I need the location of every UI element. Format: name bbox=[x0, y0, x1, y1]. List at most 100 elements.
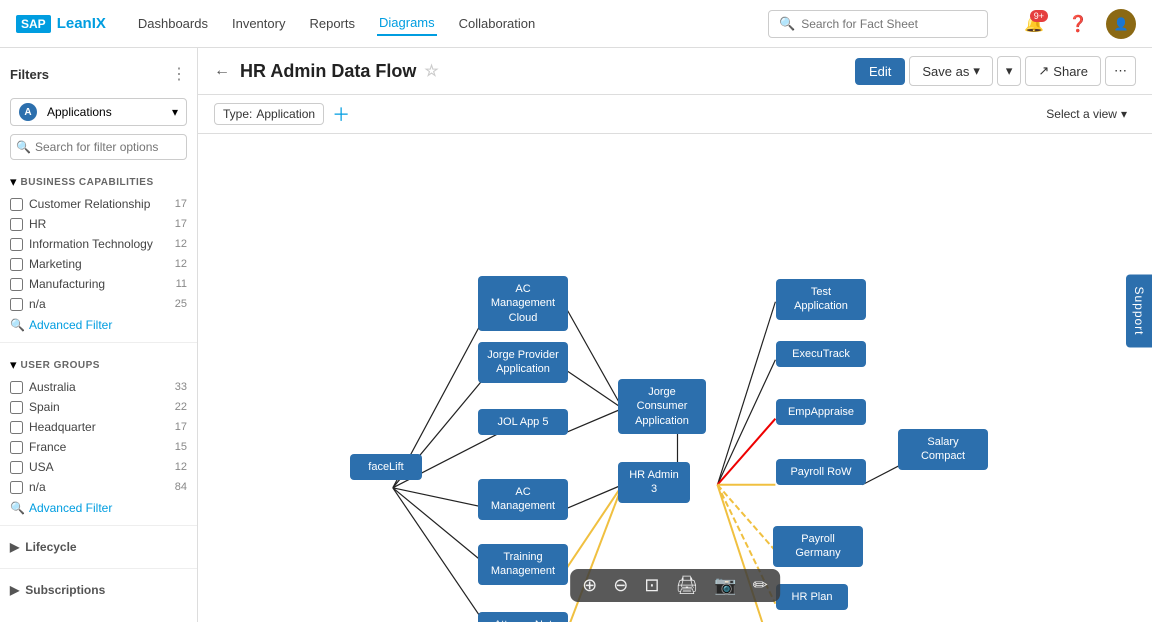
filter-search-icon: 🔍 bbox=[16, 140, 31, 154]
save-as-button[interactable]: Save as ▾ bbox=[909, 56, 993, 86]
filter-search-input[interactable] bbox=[10, 134, 187, 160]
user-avatar[interactable]: 👤 bbox=[1106, 9, 1136, 39]
search-box[interactable]: 🔍 bbox=[768, 10, 988, 38]
sidebar: Filters ⋮ A Applications ▾ 🔍 ▾ Business … bbox=[0, 48, 198, 622]
zoom-out-button[interactable]: ⊖ bbox=[613, 575, 628, 596]
filter-australia-checkbox[interactable] bbox=[10, 381, 23, 394]
print-button[interactable]: 🖨 bbox=[675, 575, 698, 596]
filter-headquarter: Headquarter 17 bbox=[0, 417, 197, 437]
advanced-filter-bc[interactable]: 🔍 Advanced Filter bbox=[0, 314, 197, 336]
filter-na-ug-checkbox[interactable] bbox=[10, 481, 23, 494]
subscriptions-section[interactable]: ▶ Subscriptions bbox=[0, 575, 197, 605]
logo[interactable]: SAP LeanIX bbox=[16, 15, 106, 33]
nav-icons: 🔔 9+ ❓ 👤 bbox=[1018, 8, 1136, 40]
sidebar-header: Filters ⋮ bbox=[0, 58, 197, 90]
filter-marketing-count: 12 bbox=[175, 258, 187, 270]
filter-australia: Australia 33 bbox=[0, 377, 197, 397]
node-facelift[interactable]: faceLift bbox=[350, 454, 422, 480]
filter-headquarter-label: Headquarter bbox=[29, 420, 169, 434]
node-ac-mgmt-cloud[interactable]: AC Management Cloud bbox=[478, 276, 568, 331]
share-label: Share bbox=[1053, 64, 1088, 79]
filter-spain-checkbox[interactable] bbox=[10, 401, 23, 414]
lifecycle-section[interactable]: ▶ Lifecycle bbox=[0, 532, 197, 562]
filter-hr-checkbox[interactable] bbox=[10, 218, 23, 231]
node-jorge-consumer[interactable]: Jorge Consumer Application bbox=[618, 379, 706, 434]
filter-na-bc-count: 25 bbox=[175, 298, 187, 310]
subscriptions-label: Subscriptions bbox=[25, 583, 105, 597]
support-tab[interactable]: Support bbox=[1126, 274, 1152, 347]
filter-marketing: Marketing 12 bbox=[0, 254, 197, 274]
node-executrackk[interactable]: ExecuTrack bbox=[776, 341, 866, 367]
node-ac-mgmt[interactable]: AC Management bbox=[478, 479, 568, 520]
filter-australia-label: Australia bbox=[29, 380, 169, 394]
nav-dashboards[interactable]: Dashboards bbox=[136, 12, 210, 35]
share-button[interactable]: ↗ Share bbox=[1025, 56, 1101, 86]
node-training-mgmt[interactable]: Training Management bbox=[478, 544, 568, 585]
filters-menu-icon[interactable]: ⋮ bbox=[171, 64, 187, 84]
edit-tool-button[interactable]: ✏ bbox=[753, 575, 768, 596]
node-hr-admin3[interactable]: HR Admin 3 bbox=[618, 462, 690, 503]
nav-inventory[interactable]: Inventory bbox=[230, 12, 287, 35]
user-groups-chevron[interactable]: ▾ bbox=[10, 357, 17, 373]
zoom-in-button[interactable]: ⊕ bbox=[582, 575, 597, 596]
advanced-filter-ug-icon: 🔍 bbox=[10, 501, 25, 515]
user-groups-title: User Groups bbox=[21, 360, 100, 371]
business-cap-chevron[interactable]: ▾ bbox=[10, 174, 17, 190]
filter-usa-checkbox[interactable] bbox=[10, 461, 23, 474]
advanced-filter-ug-label: Advanced Filter bbox=[29, 501, 112, 515]
nav-reports[interactable]: Reports bbox=[307, 12, 357, 35]
help-button[interactable]: ❓ bbox=[1062, 8, 1094, 40]
filter-usa-label: USA bbox=[29, 460, 169, 474]
node-salary-compact[interactable]: Salary Compact bbox=[898, 429, 988, 470]
filter-marketing-checkbox[interactable] bbox=[10, 258, 23, 271]
content-area: ← HR Admin Data Flow ☆ Edit Save as ▾ ▾ … bbox=[198, 48, 1152, 622]
screenshot-button[interactable]: 📷 bbox=[714, 575, 736, 596]
advanced-filter-bc-label: Advanced Filter bbox=[29, 318, 112, 332]
filter-na-ug-count: 84 bbox=[175, 481, 187, 493]
diagram-connections bbox=[198, 134, 1152, 622]
node-payroll-germany[interactable]: Payroll Germany bbox=[773, 526, 863, 567]
advanced-filter-ug[interactable]: 🔍 Advanced Filter bbox=[0, 497, 197, 519]
filters-title: Filters bbox=[10, 67, 49, 82]
notifications-button[interactable]: 🔔 9+ bbox=[1018, 8, 1050, 40]
edit-button[interactable]: Edit bbox=[855, 58, 905, 85]
filter-manufacturing-checkbox[interactable] bbox=[10, 278, 23, 291]
diagram-canvas[interactable]: faceLift AC Management Cloud Jorge Provi… bbox=[198, 134, 1152, 622]
back-button[interactable]: ← bbox=[214, 62, 230, 80]
nav-collaboration[interactable]: Collaboration bbox=[457, 12, 538, 35]
filter-bar: Type: Application ＋ Select a view ▾ bbox=[198, 95, 1152, 134]
filter-customer-relationship-checkbox[interactable] bbox=[10, 198, 23, 211]
advanced-filter-bc-icon: 🔍 bbox=[10, 318, 25, 332]
nav-diagrams[interactable]: Diagrams bbox=[377, 11, 437, 36]
node-jorge-provider[interactable]: Jorge Provider Application bbox=[478, 342, 568, 383]
node-jol-app5[interactable]: JOL App 5 bbox=[478, 409, 568, 435]
filter-france-checkbox[interactable] bbox=[10, 441, 23, 454]
filter-information-technology-checkbox[interactable] bbox=[10, 238, 23, 251]
save-as-dropdown-button[interactable]: ▾ bbox=[997, 56, 1022, 86]
filter-na-bc: n/a 25 bbox=[0, 294, 197, 314]
top-navigation: SAP LeanIX Dashboards Inventory Reports … bbox=[0, 0, 1152, 48]
filter-na-ug: n/a 84 bbox=[0, 477, 197, 497]
node-attorneynet[interactable]: AttorneyNet bbox=[478, 612, 568, 622]
business-capabilities-section: ▾ Business Capabilities bbox=[0, 166, 197, 194]
node-test-app[interactable]: Test Application bbox=[776, 279, 866, 320]
filter-manufacturing-label: Manufacturing bbox=[29, 277, 170, 291]
search-area: 🔍 bbox=[768, 10, 988, 38]
diagram-title: HR Admin Data Flow bbox=[240, 61, 416, 82]
filter-information-technology-count: 12 bbox=[175, 238, 187, 250]
add-filter-button[interactable]: ＋ bbox=[332, 101, 350, 127]
node-empappraise[interactable]: EmpAppraise bbox=[776, 399, 866, 425]
node-payroll-row[interactable]: Payroll RoW bbox=[776, 459, 866, 485]
filter-na-bc-checkbox[interactable] bbox=[10, 298, 23, 311]
fit-button[interactable]: ⊡ bbox=[644, 575, 659, 596]
view-selector[interactable]: Select a view ▾ bbox=[1037, 103, 1136, 125]
more-actions-button[interactable]: ⋯ bbox=[1105, 56, 1136, 86]
filter-customer-relationship-count: 17 bbox=[175, 198, 187, 210]
favorite-icon[interactable]: ☆ bbox=[424, 61, 438, 81]
filter-tag-type: Type: Application bbox=[214, 103, 324, 125]
filter-customer-relationship: Customer Relationship 17 bbox=[0, 194, 197, 214]
search-input[interactable] bbox=[801, 17, 977, 31]
filter-type-selector[interactable]: A Applications ▾ bbox=[10, 98, 187, 126]
filter-headquarter-checkbox[interactable] bbox=[10, 421, 23, 434]
node-hr-plan[interactable]: HR Plan bbox=[776, 584, 848, 610]
